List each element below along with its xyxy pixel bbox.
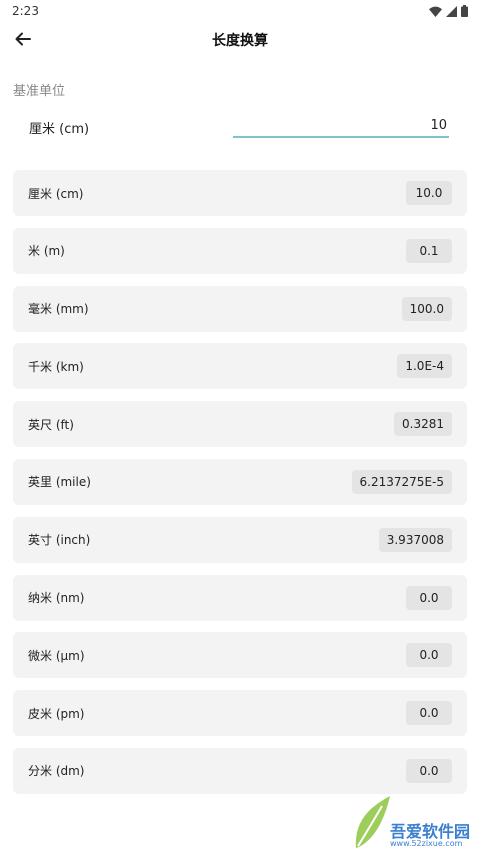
watermark-url: www.52zixue.com: [390, 839, 463, 848]
result-card-pm: 皮米 (pm) 0.0: [13, 690, 467, 737]
result-unit-name: 毫米 (mm): [28, 302, 89, 317]
result-card-m: 米 (m) 0.1: [13, 227, 467, 274]
result-value: 10.0: [406, 181, 452, 205]
result-value: 0.3281: [394, 412, 452, 437]
battery-icon: [461, 5, 468, 17]
result-card-um: 微米 (μm) 0.0: [13, 632, 467, 679]
result-unit-name: 纳米 (nm): [28, 591, 85, 606]
result-card-dm: 分米 (dm) 0.0: [13, 747, 467, 794]
wifi-icon: [429, 6, 442, 17]
result-unit-name: 千米 (km): [28, 359, 84, 374]
result-unit-name: 微米 (μm): [28, 648, 85, 663]
result-unit-name: 英寸 (inch): [28, 533, 91, 548]
result-unit-name: 皮米 (pm): [28, 706, 85, 721]
result-value: 100.0: [401, 296, 452, 321]
back-button[interactable]: [8, 24, 38, 54]
status-icons: [429, 5, 468, 17]
result-card-km: 千米 (km) 1.0E-4: [13, 343, 467, 390]
result-value: 6.2137275E-5: [351, 469, 452, 494]
result-value: 1.0E-4: [397, 354, 452, 379]
result-unit-name: 米 (m): [28, 244, 65, 259]
base-unit-section-label: 基准单位: [13, 84, 66, 99]
page-title: 长度换算: [212, 33, 268, 49]
result-card-inch: 英寸 (inch) 3.937008: [13, 516, 467, 563]
result-unit-name: 厘米 (cm): [28, 186, 84, 201]
result-unit-name: 分米 (dm): [28, 764, 85, 779]
result-value: 0.0: [406, 758, 452, 783]
result-value: 0.0: [406, 585, 452, 610]
results-list: 厘米 (cm) 10.0 米 (m) 0.1 毫米 (mm) 100.0 千米 …: [13, 170, 467, 806]
base-unit-row: 厘米 (cm): [0, 112, 480, 144]
result-value: 0.0: [406, 701, 452, 726]
status-time: 2:23: [12, 4, 39, 18]
base-value-input[interactable]: [233, 114, 449, 138]
result-unit-name: 英尺 (ft): [28, 417, 74, 432]
status-bar: 2:23: [0, 0, 480, 22]
signal-icon: [446, 5, 457, 17]
result-value: 0.1: [406, 238, 452, 263]
result-unit-name: 英里 (mile): [28, 475, 91, 490]
result-value: 3.937008: [378, 527, 452, 552]
base-unit-label: 厘米 (cm): [29, 122, 90, 137]
result-card-ft: 英尺 (ft) 0.3281: [13, 401, 467, 448]
result-card-cm: 厘米 (cm) 10.0: [13, 170, 467, 216]
arrow-left-icon: [15, 32, 31, 46]
result-card-mm: 毫米 (mm) 100.0: [13, 285, 467, 332]
watermark-brand: 吾爱软件园: [390, 822, 471, 841]
result-card-nm: 纳米 (nm) 0.0: [13, 574, 467, 621]
result-card-mile: 英里 (mile) 6.2137275E-5: [13, 458, 467, 505]
app-bar: 长度换算: [0, 22, 480, 58]
result-value: 0.0: [406, 643, 452, 668]
